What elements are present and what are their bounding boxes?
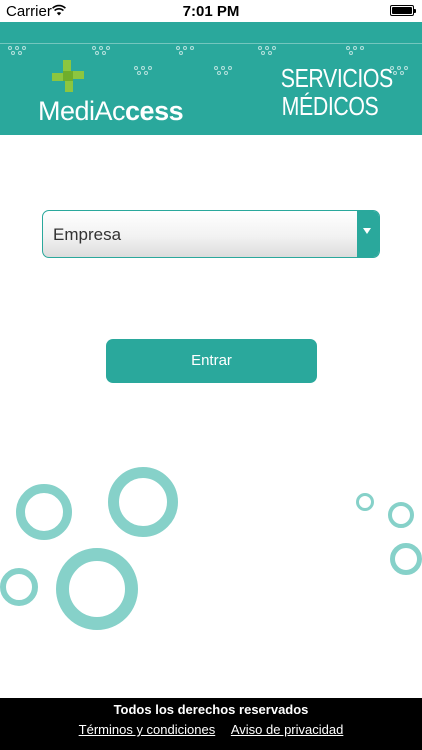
decorative-ring	[0, 568, 38, 606]
status-bar: Carrier 7:01 PM	[0, 0, 422, 22]
decorative-ring	[356, 493, 374, 511]
mediaccess-logo: MediAccess	[38, 60, 198, 126]
select-arrow-box	[357, 211, 379, 257]
decorative-ring	[56, 548, 138, 630]
decorative-ring	[16, 484, 72, 540]
dot-pattern	[258, 46, 282, 56]
dot-pattern	[8, 46, 32, 56]
header-divider	[0, 43, 422, 44]
dot-pattern	[390, 66, 414, 76]
footer-links: Términos y condiciones Aviso de privacid…	[0, 722, 422, 737]
dot-pattern	[214, 66, 238, 76]
privacy-link[interactable]: Aviso de privacidad	[231, 722, 344, 737]
company-select[interactable]: Empresa	[42, 210, 380, 258]
decorative-ring	[388, 502, 414, 528]
medical-cross-icon	[52, 60, 84, 92]
app-header: MediAccess SERVICIOS MÉDICOS	[0, 22, 422, 135]
services-title: SERVICIOS MÉDICOS	[280, 63, 393, 121]
dot-pattern	[176, 46, 200, 56]
copyright-text: Todos los derechos reservados	[113, 702, 309, 717]
footer: Todos los derechos reservados Términos y…	[0, 698, 422, 750]
status-time: 7:01 PM	[182, 3, 240, 20]
logo-wordmark: MediAccess	[38, 96, 184, 126]
enter-button[interactable]: Entrar	[106, 339, 317, 383]
chevron-down-icon	[363, 228, 371, 234]
dot-pattern	[346, 46, 370, 56]
decorative-ring	[108, 467, 178, 537]
dot-pattern	[92, 46, 116, 56]
battery-icon	[390, 5, 416, 16]
company-select-value: Empresa	[53, 225, 122, 244]
terms-link[interactable]: Términos y condiciones	[79, 722, 216, 737]
decorative-ring	[390, 543, 422, 575]
